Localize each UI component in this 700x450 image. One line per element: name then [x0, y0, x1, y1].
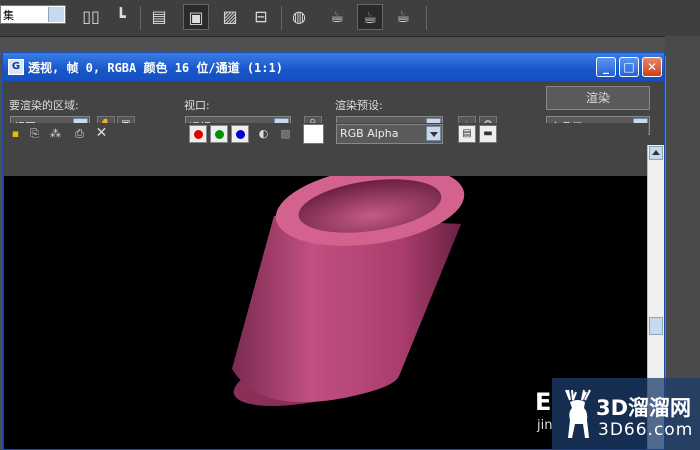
- align-icon[interactable]: ┗: [108, 4, 134, 30]
- blue-channel-toggle[interactable]: [231, 125, 249, 143]
- red-channel-dot: [194, 130, 203, 139]
- maximize-button[interactable]: □: [619, 57, 639, 77]
- close-button[interactable]: ✕: [642, 57, 662, 77]
- green-channel-toggle[interactable]: [210, 125, 228, 143]
- watermark-domain: 3D66.com: [598, 420, 694, 440]
- material-editor-icon[interactable]: ◍: [286, 4, 312, 30]
- toggle-ui-icon[interactable]: ▬: [479, 125, 497, 143]
- channel-toolbar: ▪ ⎘ ⁂ ⎙ ✕ ◐ ▩ RGB Alpha ▤ ▬: [3, 123, 648, 145]
- clone-icon[interactable]: ⁂: [48, 126, 63, 141]
- channel-value: RGB Alpha: [340, 127, 399, 140]
- alpha-channel-icon[interactable]: ◐: [256, 126, 271, 141]
- mono-icon[interactable]: ▩: [278, 126, 293, 141]
- watermark-brand: 3D溜溜网: [596, 396, 692, 420]
- toolbar-divider: [281, 6, 282, 30]
- viewport-label: 视口:: [184, 99, 210, 112]
- deer-logo-icon: [565, 389, 591, 438]
- clear-icon[interactable]: ✕: [94, 126, 109, 141]
- scroll-thumb[interactable]: [649, 317, 663, 335]
- window-title: 透视, 帧 0, RGBA 颜色 16 位/通道 (1:1): [28, 61, 283, 75]
- blue-channel-dot: [236, 130, 245, 139]
- render-frame-icon[interactable]: ▣: [183, 4, 209, 30]
- viewport-border: [665, 56, 700, 396]
- watermark-left-text: jin: [537, 418, 553, 433]
- color-swatch[interactable]: [303, 124, 324, 144]
- channel-combo[interactable]: RGB Alpha: [336, 124, 443, 144]
- curve-editor-icon[interactable]: ▨: [217, 4, 243, 30]
- preset-label: 渲染预设:: [335, 99, 383, 112]
- chevron-down-icon[interactable]: [48, 7, 64, 22]
- app-icon: G: [8, 59, 24, 75]
- mirror-icon[interactable]: ▯▯: [78, 4, 104, 30]
- print-icon[interactable]: ⎙: [72, 126, 87, 141]
- red-channel-toggle[interactable]: [189, 125, 207, 143]
- schematic-view-icon[interactable]: ⊟: [248, 4, 274, 30]
- watermark-left-letter: E: [535, 388, 552, 416]
- minimize-button[interactable]: _: [596, 57, 616, 77]
- layer-manager-icon[interactable]: ▤: [146, 4, 172, 30]
- title-bar[interactable]: G 透视, 帧 0, RGBA 颜色 16 位/通道 (1:1) _ □ ✕: [3, 53, 664, 81]
- green-channel-dot: [215, 130, 224, 139]
- toolbar-divider: [140, 6, 141, 30]
- watermark: 3D溜溜网 3D66.com: [552, 378, 700, 450]
- toolbar-divider: [426, 6, 427, 30]
- copy-icon[interactable]: ⎘: [27, 126, 42, 141]
- area-label: 要渲染的区域:: [9, 99, 79, 112]
- render-button[interactable]: 渲染: [546, 86, 650, 110]
- chevron-down-icon[interactable]: [426, 126, 441, 141]
- render-production-icon[interactable]: ☕: [357, 4, 383, 30]
- toggle-ui-overlay-icon[interactable]: ▤: [458, 125, 476, 143]
- render-setup-icon[interactable]: ☕: [324, 4, 350, 30]
- scroll-up-button[interactable]: [649, 146, 663, 160]
- save-icon[interactable]: ▪: [8, 126, 23, 141]
- selection-set-combo[interactable]: 集: [0, 5, 66, 24]
- render-iterative-icon[interactable]: ☕: [390, 4, 416, 30]
- main-toolbar: 集 ▯▯ ┗ ▤ ▣ ▨ ⊟ ◍ ☕ ☕ ☕: [0, 0, 700, 37]
- selection-set-value: 集: [3, 9, 14, 22]
